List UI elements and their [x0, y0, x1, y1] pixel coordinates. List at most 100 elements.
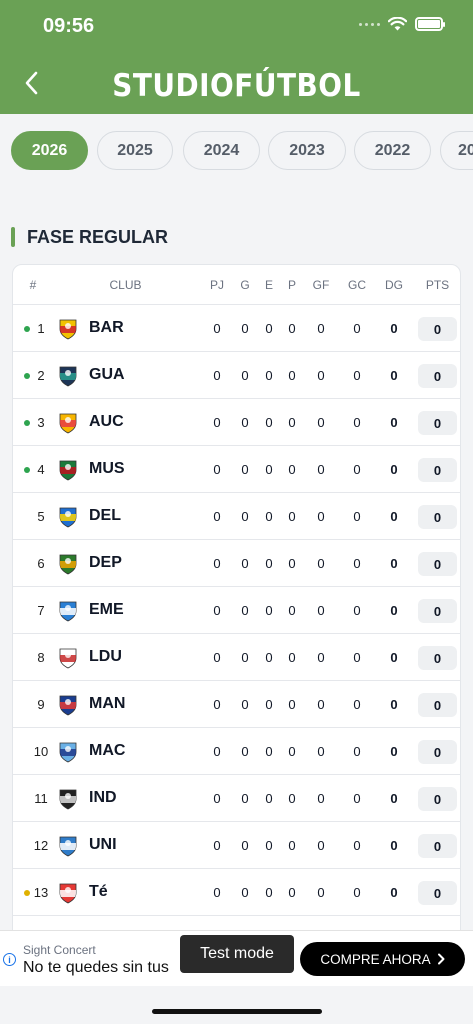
cell-e: 0	[265, 884, 273, 900]
cell-dg: 0	[390, 837, 398, 853]
cell-p: 0	[288, 790, 296, 806]
points-badge: 0	[418, 599, 457, 623]
club-name: DEL	[89, 507, 121, 524]
cell-pj: 0	[213, 367, 221, 383]
tab-year-2026[interactable]: 2026	[11, 131, 88, 170]
tab-year-2025[interactable]: 2025	[97, 131, 173, 170]
club-name: BAR	[89, 319, 124, 336]
cell-dg: 0	[390, 367, 398, 383]
club-crest-icon	[59, 507, 77, 528]
cell-gf: 0	[317, 837, 325, 853]
cell-g: 0	[241, 414, 249, 430]
tab-year-2022[interactable]: 2022	[354, 131, 431, 170]
cell-pj: 0	[213, 602, 221, 618]
signal-icon	[359, 22, 380, 26]
points-badge: 0	[418, 552, 457, 576]
ad-cta-label: COMPRE AHORA	[320, 951, 431, 967]
cell-gf: 0	[317, 320, 325, 336]
home-indicator[interactable]	[152, 1009, 322, 1014]
club-name: MAC	[89, 742, 126, 759]
tab-year-2024[interactable]: 2024	[183, 131, 260, 170]
status-time: 09:56	[43, 15, 95, 37]
points-badge: 0	[418, 693, 457, 717]
col-pj: PJ	[209, 278, 224, 292]
qualification-marker	[24, 373, 30, 379]
club-name: MAN	[89, 695, 126, 712]
cell-e: 0	[265, 790, 273, 806]
club-crest-icon	[59, 789, 77, 810]
cell-pj: 0	[213, 414, 221, 430]
club-name: DEP	[89, 554, 122, 571]
table-row[interactable]: 2 GUA 0 0 0 0 0 0 0 0	[13, 352, 460, 399]
table-row[interactable]: 13 Té 0 0 0 0 0 0 0 0	[13, 869, 460, 916]
test-mode-label: Test mode	[180, 935, 294, 973]
cell-e: 0	[265, 508, 273, 524]
cell-p: 0	[288, 743, 296, 759]
club-crest-icon	[59, 836, 77, 857]
table-row[interactable]: 8 LDU 0 0 0 0 0 0 0 0	[13, 634, 460, 681]
club-crest-icon	[59, 648, 77, 669]
table-row[interactable]: 11 IND 0 0 0 0 0 0 0 0	[13, 775, 460, 822]
cell-gf: 0	[317, 367, 325, 383]
cell-p: 0	[288, 884, 296, 900]
points-badge: 0	[418, 834, 457, 858]
points-badge: 0	[418, 458, 457, 482]
cell-pj: 0	[213, 461, 221, 477]
club-name: EME	[89, 601, 124, 618]
ad-cta-button[interactable]: COMPRE AHORA	[300, 942, 465, 976]
position-number: 5	[37, 508, 45, 524]
table-row[interactable]: 10 MAC 0 0 0 0 0 0 0 0	[13, 728, 460, 775]
tab-year-2023[interactable]: 2023	[268, 131, 346, 170]
cell-pj: 0	[213, 555, 221, 571]
cell-e: 0	[265, 461, 273, 477]
table-row[interactable]: 3 AUC 0 0 0 0 0 0 0 0	[13, 399, 460, 446]
club-name: AUC	[89, 413, 124, 430]
cell-gc: 0	[353, 461, 361, 477]
cell-gc: 0	[353, 790, 361, 806]
table-row[interactable]: 9 MAN 0 0 0 0 0 0 0 0	[13, 681, 460, 728]
qualification-marker	[24, 326, 30, 332]
cell-g: 0	[241, 508, 249, 524]
cell-dg: 0	[390, 790, 398, 806]
table-row[interactable]: 5 DEL 0 0 0 0 0 0 0 0	[13, 493, 460, 540]
cell-p: 0	[288, 414, 296, 430]
cell-dg: 0	[390, 884, 398, 900]
cell-g: 0	[241, 320, 249, 336]
table-row[interactable]: 1 BAR 0 0 0 0 0 0 0 0	[13, 305, 460, 352]
cell-gc: 0	[353, 320, 361, 336]
ad-banner[interactable]: i Sight Concert No te quedes sin tus Tes…	[0, 930, 473, 986]
club-name: UNI	[89, 836, 117, 853]
table-row[interactable]: 12 UNI 0 0 0 0 0 0 0 0	[13, 822, 460, 869]
cell-gf: 0	[317, 508, 325, 524]
cell-pj: 0	[213, 320, 221, 336]
cell-gc: 0	[353, 508, 361, 524]
cell-dg: 0	[390, 743, 398, 759]
cell-dg: 0	[390, 649, 398, 665]
cell-dg: 0	[390, 320, 398, 336]
app-title: STUDIOFÚTBOL	[112, 68, 361, 104]
info-icon[interactable]: i	[3, 953, 16, 966]
tab-year-partial[interactable]: 20	[440, 131, 473, 170]
cell-dg: 0	[390, 696, 398, 712]
position-number: 12	[33, 837, 49, 853]
cell-g: 0	[241, 461, 249, 477]
cell-p: 0	[288, 649, 296, 665]
cell-p: 0	[288, 555, 296, 571]
table-row[interactable]: 4 MUS 0 0 0 0 0 0 0 0	[13, 446, 460, 493]
cell-gf: 0	[317, 743, 325, 759]
club-crest-icon	[59, 601, 77, 622]
cell-dg: 0	[390, 555, 398, 571]
cell-gc: 0	[353, 837, 361, 853]
qualification-marker	[24, 467, 30, 473]
points-badge: 0	[418, 317, 457, 341]
cell-g: 0	[241, 649, 249, 665]
table-row[interactable]: 7 EME 0 0 0 0 0 0 0 0	[13, 587, 460, 634]
club-name: IND	[89, 789, 117, 806]
position-number: 13	[33, 884, 49, 900]
cell-dg: 0	[390, 461, 398, 477]
cell-e: 0	[265, 743, 273, 759]
table-row[interactable]: 6 DEP 0 0 0 0 0 0 0 0	[13, 540, 460, 587]
cell-p: 0	[288, 508, 296, 524]
cell-gc: 0	[353, 414, 361, 430]
ad-source: Sight Concert	[23, 943, 96, 957]
